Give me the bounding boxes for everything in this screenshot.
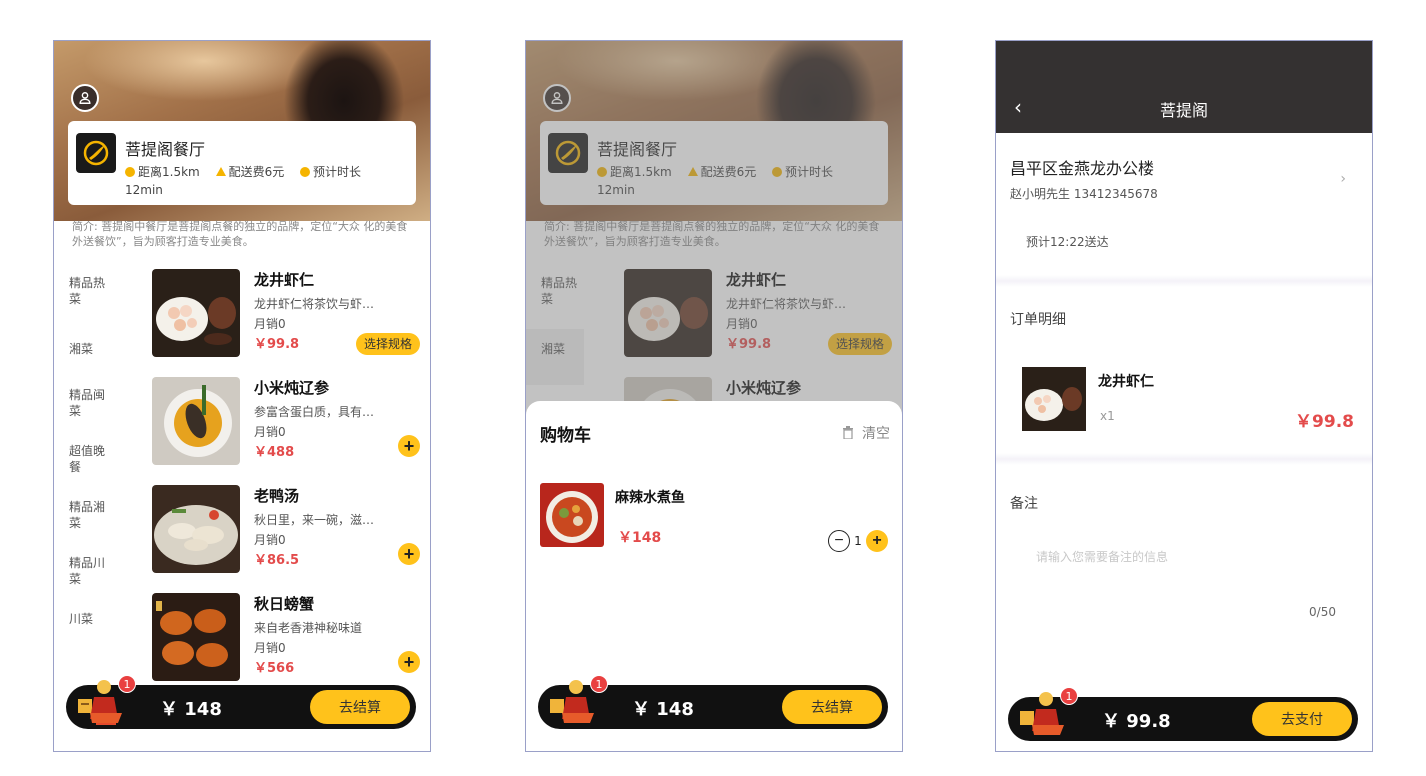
- delivery-eta: 预计12:22送达: [1026, 235, 1109, 249]
- dish-sales: 月销0: [254, 425, 286, 439]
- quantity-stepper: − 1 +: [828, 529, 888, 553]
- order-details-label: 订单明细: [1010, 312, 1066, 328]
- cart-screen: 菩提阁餐厅 距离1.5km 配送费6元 预计时长 12min 简介: 菩提阁中餐…: [525, 40, 903, 752]
- dish-price: ￥566: [254, 661, 295, 676]
- category-sidebar: 精品热菜 湘菜 精品闽菜 超值晚餐 精品湘菜 精品川菜 川菜: [54, 273, 142, 665]
- page-title: 菩提阁: [1159, 101, 1208, 120]
- pay-button[interactable]: 去支付: [1252, 702, 1352, 736]
- clock-icon: [125, 167, 135, 177]
- timer-icon: [300, 167, 311, 177]
- cart-item-price: ￥148: [618, 530, 662, 546]
- restaurant-logo-icon: [76, 133, 116, 173]
- cart-bar[interactable]: 1 ￥ 148 去结算: [538, 675, 888, 729]
- clear-cart-label: 清空: [862, 426, 890, 442]
- dish-photo-sea-cucumber: [152, 377, 240, 465]
- cart-count-badge: 1: [118, 675, 136, 693]
- cart-total: ￥ 148: [160, 699, 222, 720]
- dish-card[interactable]: 老鸭汤 秋日里，来一碗，滋… 月销0 ￥86.5 +: [152, 485, 420, 575]
- dish-photo-duck-soup: [152, 485, 240, 573]
- dish-desc: 参富含蛋白质，具有…: [254, 405, 375, 419]
- cart-item-photo-fish: [540, 483, 604, 547]
- dish-name: 小米炖辽参: [254, 379, 330, 397]
- category-item[interactable]: 精品闽菜: [54, 385, 112, 441]
- pay-bar[interactable]: 1 ￥ 99.8 去支付: [1008, 687, 1358, 741]
- order-item-name: 龙井虾仁: [1098, 374, 1154, 390]
- order-item-price: ￥99.8: [1295, 412, 1354, 432]
- dish-card[interactable]: 小米炖辽参 参富含蛋白质，具有… 月销0 ￥488 +: [152, 377, 420, 467]
- delivery-fee-text: 配送费6元: [228, 165, 285, 179]
- select-spec-button[interactable]: 选择规格: [355, 333, 420, 355]
- category-item[interactable]: 精品湘菜: [54, 497, 112, 553]
- order-total: ￥ 99.8: [1102, 711, 1171, 732]
- decrease-quantity-button[interactable]: −: [828, 530, 850, 552]
- category-item[interactable]: 湘菜: [54, 329, 112, 385]
- eta-text: 预计时长: [313, 165, 362, 179]
- quantity-value: 1: [854, 534, 862, 548]
- dish-price: ￥99.8: [254, 337, 300, 352]
- chevron-right-icon[interactable]: ›: [1340, 171, 1346, 187]
- eta-value: 12min: [125, 183, 163, 197]
- dish-name: 龙井虾仁: [254, 271, 315, 289]
- add-to-cart-button[interactable]: +: [398, 651, 420, 673]
- dish-desc: 龙井虾仁将茶饮与虾…: [254, 297, 375, 311]
- cart-count-badge: 1: [590, 675, 608, 693]
- category-item[interactable]: 精品热菜: [54, 273, 112, 329]
- remark-label: 备注: [1010, 496, 1038, 512]
- user-icon[interactable]: [71, 84, 99, 112]
- dish-photo-shrimp: [152, 269, 240, 357]
- clear-cart-button[interactable]: 清空: [842, 423, 890, 443]
- add-to-cart-button[interactable]: +: [398, 543, 420, 565]
- remark-input[interactable]: [1036, 547, 1336, 567]
- cart-total: ￥ 148: [632, 699, 694, 720]
- delivery-address[interactable]: 昌平区金燕龙办公楼: [1010, 155, 1154, 179]
- menu-screen: 菩提阁餐厅 距离1.5km 配送费6元 预计时长 12min 简介: 菩提阁中餐…: [53, 40, 431, 752]
- nav-bar: ‹ 菩提阁: [996, 41, 1372, 133]
- remark-char-counter: 0/50: [1309, 605, 1336, 619]
- restaurant-card: 菩提阁餐厅 距离1.5km 配送费6元 预计时长 12min: [68, 121, 416, 205]
- restaurant-intro: 简介: 菩提阁中餐厅是菩提阁点餐的独立的品牌，定位“大众 化的美食外送餐饮”，旨…: [72, 220, 408, 248]
- category-item[interactable]: 超值晚餐: [54, 441, 112, 497]
- dish-name: 老鸭汤: [254, 487, 300, 505]
- section-divider: [996, 275, 1372, 287]
- cart-sheet-title: 购物车: [540, 426, 591, 446]
- dish-sales: 月销0: [254, 317, 286, 331]
- checkout-button[interactable]: 去结算: [310, 690, 410, 724]
- cart-bar[interactable]: 1 ￥ 148 去结算: [66, 675, 416, 729]
- cart-count-badge: 1: [1060, 687, 1078, 705]
- cart-item-name: 麻辣水煮鱼: [615, 490, 685, 506]
- restaurant-name: 菩提阁餐厅: [125, 140, 206, 159]
- restaurant-meta: 距离1.5km 配送费6元 预计时长 12min: [125, 163, 410, 199]
- trash-icon: [843, 426, 853, 439]
- checkout-button[interactable]: 去结算: [782, 690, 882, 724]
- delivery-icon: [215, 167, 226, 176]
- section-divider: [996, 453, 1372, 465]
- contact-info: 赵小明先生 13412345678: [1010, 187, 1158, 201]
- dish-card[interactable]: 龙井虾仁 龙井虾仁将茶饮与虾… 月销0 ￥99.8 选择规格: [152, 269, 420, 359]
- add-to-cart-button[interactable]: +: [398, 435, 420, 457]
- dish-desc: 来自老香港神秘味道: [254, 621, 363, 635]
- dish-name: 秋日螃蟹: [254, 595, 315, 613]
- distance-text: 距离1.5km: [138, 165, 200, 179]
- dish-sales: 月销0: [254, 533, 286, 547]
- category-item[interactable]: 精品川菜: [54, 553, 112, 609]
- dish-price: ￥86.5: [254, 553, 300, 568]
- dish-sales: 月销0: [254, 641, 286, 655]
- order-item-qty: x1: [1100, 409, 1115, 423]
- dish-desc: 秋日里，来一碗，滋…: [254, 513, 375, 527]
- dish-price: ￥488: [254, 445, 295, 460]
- order-item-photo-shrimp: [1022, 367, 1086, 431]
- dish-photo-crab: [152, 593, 240, 681]
- category-item[interactable]: 川菜: [54, 609, 112, 665]
- dish-card[interactable]: 秋日螃蟹 来自老香港神秘味道 月销0 ￥566 +: [152, 593, 420, 683]
- order-confirm-screen: ‹ 菩提阁 昌平区金燕龙办公楼 赵小明先生 13412345678 › 预计12…: [995, 40, 1373, 752]
- increase-quantity-button[interactable]: +: [866, 530, 888, 552]
